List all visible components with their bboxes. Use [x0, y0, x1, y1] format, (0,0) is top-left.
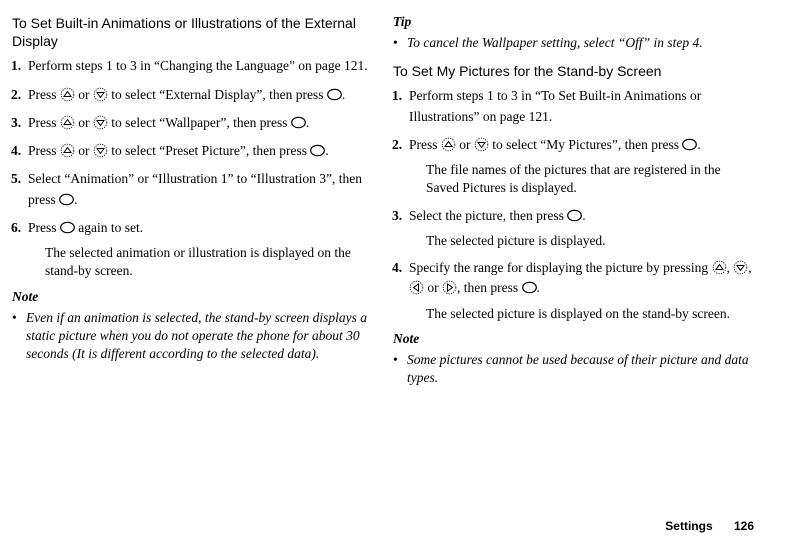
t: to select “Wallpaper”, then press: [108, 115, 291, 130]
right-column: Tip To cancel the Wallpaper setting, sel…: [383, 14, 754, 539]
step-num: 5.: [11, 169, 28, 189]
up-icon: [60, 87, 75, 102]
ok-icon: [60, 220, 75, 235]
step-num: 3.: [392, 206, 409, 226]
t: or: [456, 137, 474, 152]
down-icon: [93, 143, 108, 158]
tip-heading: Tip: [393, 14, 754, 30]
step-6: 6.Press again to set. The selected anima…: [28, 218, 373, 281]
ok-icon: [522, 280, 537, 295]
ok-icon: [567, 208, 582, 223]
step-num: 2.: [11, 85, 28, 105]
t: Press: [28, 143, 60, 158]
t: Press: [28, 87, 60, 102]
right-steps: 1.Perform steps 1 to 3 in “To Set Built-…: [393, 86, 754, 322]
t: ,: [748, 260, 751, 275]
step-2: 2.Press or to select “External Display”,…: [28, 85, 373, 105]
t: to select “My Pictures”, then press: [489, 137, 682, 152]
step-num: 6.: [11, 218, 28, 238]
t: to select “External Display”, then press: [108, 87, 327, 102]
t: or: [424, 280, 442, 295]
down-icon: [474, 137, 489, 152]
left-steps: 1.Perform steps 1 to 3 in “Changing the …: [12, 56, 373, 280]
ok-icon: [310, 143, 325, 158]
t: Press: [409, 137, 441, 152]
step-result: The selected animation or illustration i…: [45, 244, 373, 280]
t: Press: [28, 220, 60, 235]
t: to select “Preset Picture”, then press: [108, 143, 310, 158]
note-body: Some pictures cannot be used because of …: [393, 351, 754, 387]
footer-section: Settings: [665, 519, 712, 533]
note-heading: Note: [12, 289, 373, 305]
t: or: [75, 143, 93, 158]
t: .: [325, 143, 328, 158]
ok-icon: [291, 115, 306, 130]
t: Press: [28, 115, 60, 130]
t: or: [75, 87, 93, 102]
ok-icon: [327, 87, 342, 102]
manual-page: To Set Built-in Animations or Illustrati…: [0, 0, 794, 551]
t: Perform steps 1 to 3 in “To Set Built-in…: [409, 88, 701, 123]
note-heading: Note: [393, 331, 754, 347]
left-heading: To Set Built-in Animations or Illustrati…: [12, 14, 373, 50]
step-2: 2.Press or to select “My Pictures”, then…: [409, 135, 754, 198]
step-4: 4.Specify the range for displaying the p…: [409, 258, 754, 323]
step-result: The selected picture is displayed.: [426, 232, 754, 250]
step-num: 2.: [392, 135, 409, 155]
step-num: 4.: [392, 258, 409, 278]
ok-icon: [59, 192, 74, 207]
step-num: 4.: [11, 141, 28, 161]
note-body: Even if an animation is selected, the st…: [12, 309, 373, 364]
t: .: [697, 137, 700, 152]
step-3: 3.Select the picture, then press . The s…: [409, 206, 754, 250]
left-column: To Set Built-in Animations or Illustrati…: [12, 14, 383, 539]
t: .: [342, 87, 345, 102]
step-3: 3.Press or to select “Wallpaper”, then p…: [28, 113, 373, 133]
up-icon: [712, 260, 727, 275]
left-icon: [409, 280, 424, 295]
footer-page: 126: [734, 519, 754, 533]
t: Select “Animation” or “Illustration 1” t…: [28, 171, 362, 206]
step-num: 3.: [11, 113, 28, 133]
ok-icon: [682, 137, 697, 152]
step-4: 4.Press or to select “Preset Picture”, t…: [28, 141, 373, 161]
page-footer: Settings 126: [665, 519, 754, 533]
t: or: [75, 115, 93, 130]
step-text: Perform steps 1 to 3 in “Changing the La…: [28, 58, 368, 73]
up-icon: [60, 143, 75, 158]
t: Specify the range for displaying the pic…: [409, 260, 712, 275]
down-icon: [93, 87, 108, 102]
step-num: 1.: [11, 56, 28, 76]
step-num: 1.: [392, 86, 409, 106]
right-icon: [442, 280, 457, 295]
t: ,: [727, 260, 734, 275]
t: , then press: [457, 280, 522, 295]
down-icon: [733, 260, 748, 275]
tip-body: To cancel the Wallpaper setting, select …: [393, 34, 754, 52]
step-result: The file names of the pictures that are …: [426, 161, 754, 197]
up-icon: [60, 115, 75, 130]
step-1: 1.Perform steps 1 to 3 in “To Set Built-…: [409, 86, 754, 127]
t: again to set.: [75, 220, 143, 235]
up-icon: [441, 137, 456, 152]
t: .: [306, 115, 309, 130]
t: .: [582, 208, 585, 223]
step-result: The selected picture is displayed on the…: [426, 305, 754, 323]
down-icon: [93, 115, 108, 130]
t: .: [537, 280, 540, 295]
step-1: 1.Perform steps 1 to 3 in “Changing the …: [28, 56, 373, 76]
right-heading: To Set My Pictures for the Stand-by Scre…: [393, 62, 754, 80]
t: Select the picture, then press: [409, 208, 567, 223]
step-5: 5.Select “Animation” or “Illustration 1”…: [28, 169, 373, 210]
t: .: [74, 192, 77, 207]
